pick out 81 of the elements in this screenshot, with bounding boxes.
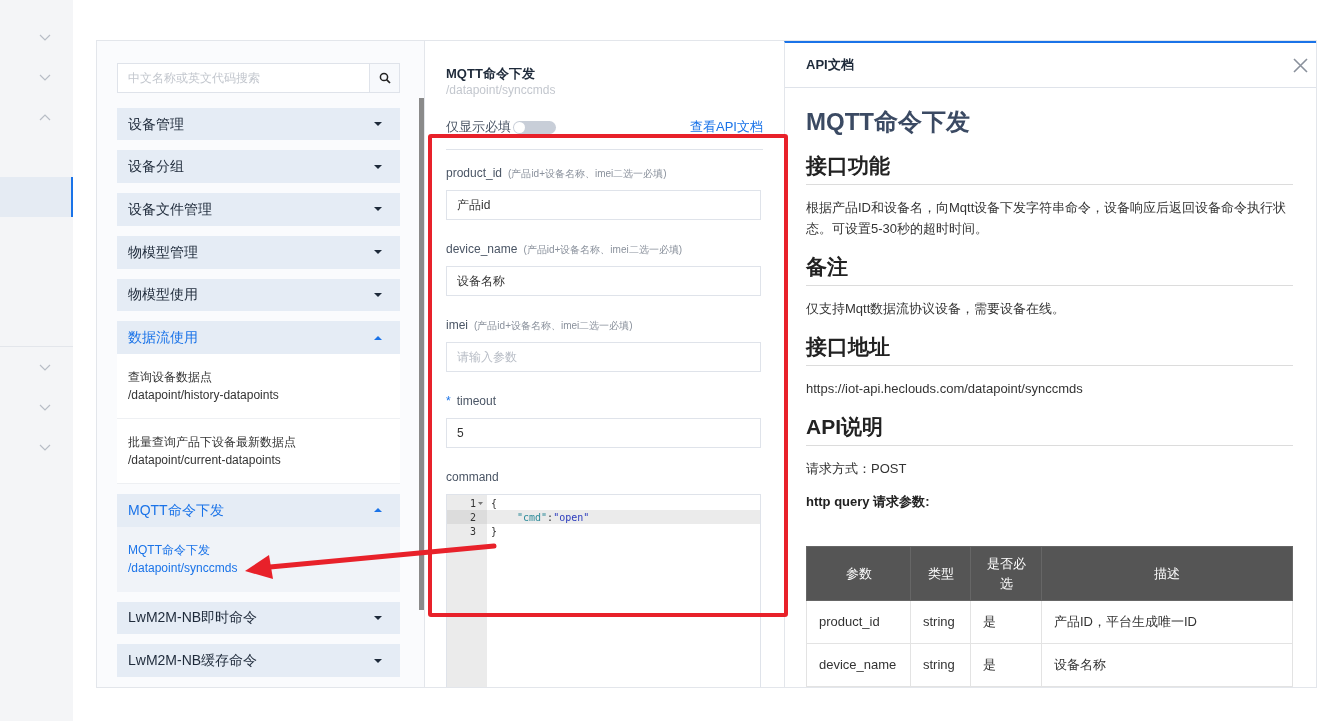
accordion-header[interactable]: 物模型管理 — [117, 235, 400, 269]
table-cell: 产品ID，平台生成唯一ID — [1041, 600, 1293, 644]
table-cell: string — [910, 643, 971, 687]
field-hint: (产品id+设备名称、imei二选一必填) — [508, 167, 667, 181]
doc-link[interactable]: 查看API文档 — [690, 117, 763, 137]
code-editor[interactable]: 1 2 3 { "cmd":"open" } — [446, 494, 761, 687]
doc-paragraph: https://iot-api.heclouds.com/datapoint/synccmds — [806, 380, 1084, 398]
field-hint: (产品id+设备名称、imei二选一必填) — [474, 319, 633, 333]
accordion-header[interactable]: LwM2M-NB缓存命令 — [117, 644, 400, 678]
table-cell: 设备名称 — [1041, 643, 1293, 687]
column-header: 参数 — [806, 546, 911, 601]
caret-down-icon — [374, 207, 382, 212]
caret-down-icon — [374, 164, 382, 169]
toggle-switch[interactable] — [513, 120, 556, 134]
column-header: 描述 — [1041, 546, 1293, 601]
search-button[interactable] — [370, 63, 400, 93]
input-field[interactable]: 设备名称 — [446, 266, 761, 296]
caret-up-icon — [374, 508, 382, 513]
accordion-header[interactable]: 物模型使用 — [117, 278, 400, 312]
required-mark: * — [446, 393, 451, 410]
nav-item-highlight[interactable] — [0, 177, 73, 217]
search-field[interactable]: 中文名称或英文代码搜索 — [117, 63, 370, 93]
accordion-header[interactable]: 设备管理 — [117, 107, 400, 141]
scrollbar[interactable] — [419, 98, 424, 610]
caret-down-icon — [374, 292, 382, 297]
search-icon — [378, 71, 391, 84]
caret-down-icon — [374, 616, 382, 620]
caret-up-icon — [374, 335, 382, 340]
field-label: device_name — [446, 241, 518, 258]
fold-icon — [478, 501, 483, 505]
line-number: 1 — [469, 496, 476, 511]
line-number: 2 — [469, 510, 476, 525]
line-number: 3 — [469, 524, 476, 539]
accordion-header[interactable]: LwM2M-NB即时命令 — [117, 601, 400, 635]
accordion-header[interactable]: 设备文件管理 — [117, 193, 400, 226]
table-cell: 是 — [970, 643, 1042, 687]
code-line: { — [490, 496, 499, 510]
input-field[interactable]: 产品id — [446, 190, 761, 220]
field-hint: (产品id+设备名称、imei二选一必填) — [523, 243, 682, 257]
api-title: MQTT命令下发 — [128, 542, 211, 560]
doc-title: MQTT命令下发 — [806, 107, 971, 137]
panel-title: API文档 — [806, 56, 854, 75]
toggle-label: 仅显示必填 — [446, 118, 511, 137]
doc-paragraph: 仅支持Mqtt数据流协议设备，需要设备在线。 — [806, 300, 1067, 318]
doc-paragraph: 根据产品ID和设备名，向Mqtt设备下发字符串命令，设备响应后返回设备命令执行状态。可设置5-30秒的超时时间。 — [806, 199, 1288, 238]
input-field[interactable]: 请输入参数 — [446, 342, 761, 372]
section-heading: 备注 — [806, 253, 1293, 286]
api-list-item[interactable]: 查询设备数据点 /datapoint/history-datapoints — [117, 353, 400, 419]
accordion-header[interactable]: MQTT命令下发 — [117, 493, 400, 527]
section-heading: 接口地址 — [806, 333, 1293, 366]
table-cell: string — [910, 600, 971, 644]
field-label: imei — [446, 317, 468, 334]
close-icon[interactable] — [1293, 57, 1308, 73]
api-path: /datapoint/history-datapoints — [128, 386, 280, 404]
table-cell: product_id — [806, 600, 911, 644]
api-list-item[interactable]: MQTT命令下发 /datapoint/synccmds — [117, 526, 400, 592]
section-heading: 接口功能 — [806, 152, 1293, 185]
accordion-header[interactable]: 数据流使用 — [117, 321, 400, 354]
caret-down-icon — [374, 122, 382, 127]
table-cell: 是 — [970, 600, 1042, 644]
api-path: /datapoint/current-datapoints — [128, 451, 282, 469]
accordion-header[interactable]: 设备分组 — [117, 150, 400, 184]
column-header: 类型 — [910, 546, 971, 601]
input-field[interactable]: 5 — [446, 418, 761, 448]
doc-label: http query 请求参数: — [806, 493, 931, 511]
caret-down-icon — [374, 658, 382, 663]
api-path: /datapoint/synccmds — [128, 560, 239, 578]
api-title: 批量查询产品下设备最新数据点 — [128, 433, 297, 451]
api-list-item[interactable]: 批量查询产品下设备最新数据点 /datapoint/current-datapoints — [117, 418, 400, 484]
doc-paragraph: 请求方式：POST — [806, 460, 908, 478]
field-label: product_id — [446, 165, 503, 182]
code-line: } — [490, 524, 499, 538]
column-header: 是否必选 — [970, 546, 1042, 601]
section-heading: API说明 — [806, 413, 1293, 446]
caret-down-icon — [374, 250, 382, 255]
field-label: command — [446, 469, 500, 486]
table-cell: device_name — [806, 643, 911, 687]
api-title: 查询设备数据点 — [128, 368, 213, 386]
form-title: MQTT命令下发 — [446, 66, 536, 82]
form-subtitle: /datapoint/synccmds — [446, 82, 557, 98]
field-label: timeout — [456, 393, 497, 410]
